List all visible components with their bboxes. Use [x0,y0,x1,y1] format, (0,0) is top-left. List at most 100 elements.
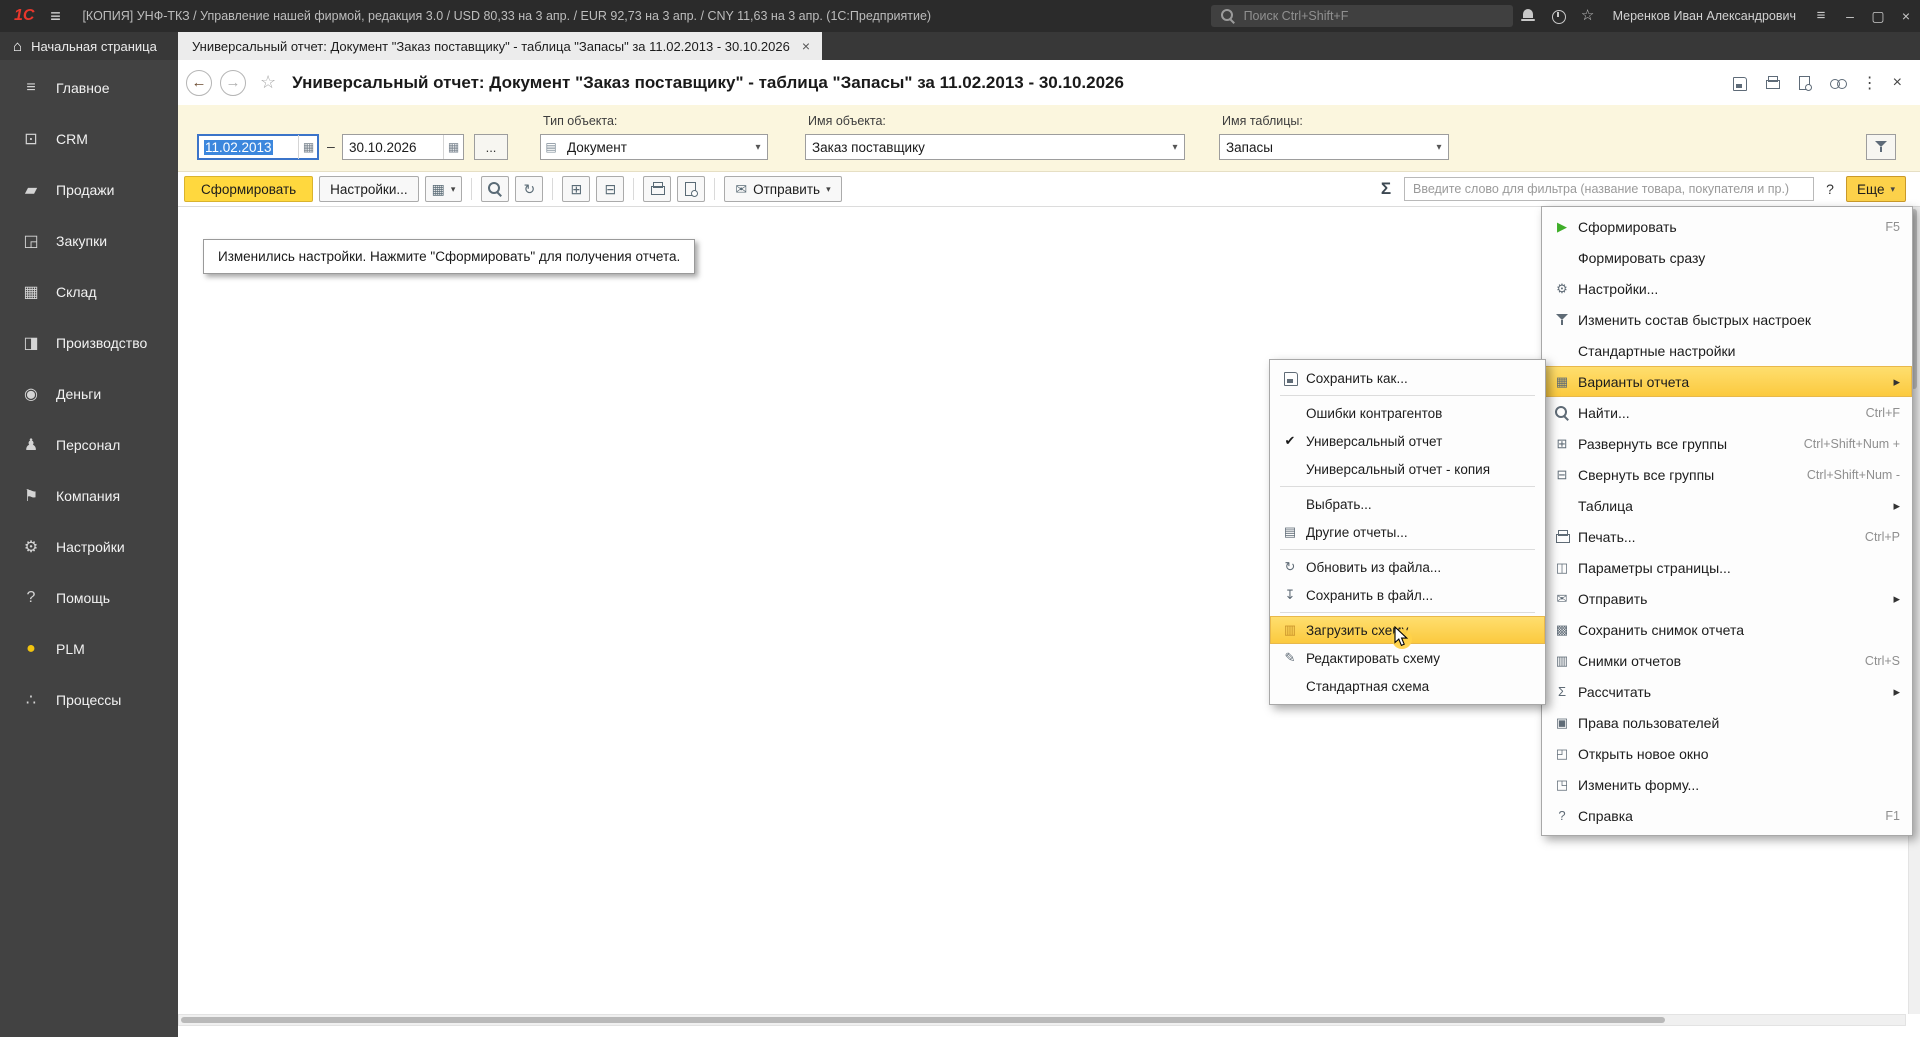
totals-sigma-icon[interactable]: Σ [1376,179,1396,199]
settings-gear-icon: ⚙ [1550,281,1574,297]
menu-item[interactable]: ▶ Сформировать F5 [1542,211,1912,242]
date-from-field[interactable]: 11.02.2013 ▦ [197,134,319,160]
menu-item[interactable]: Таблица [1542,490,1912,521]
menu-item[interactable]: Выбрать... [1270,490,1545,518]
back-button[interactable]: ← [186,70,212,96]
date-from-value: 11.02.2013 [204,140,273,155]
table-name-select[interactable]: Запасы ▾ [1219,134,1449,160]
settings-button[interactable]: Настройки... [319,176,418,202]
sidebar-item[interactable]: ≡ Главное [0,62,178,113]
object-name-select[interactable]: Заказ поставщику ▾ [805,134,1185,160]
menu-item[interactable]: ◳ Изменить форму... [1542,769,1912,800]
tab-home[interactable]: ⌂ Начальная страница [0,32,178,60]
sidebar-item[interactable]: ∴ Процессы [0,674,178,725]
menu-item[interactable]: Стандартная схема [1270,672,1545,700]
menu-item[interactable]: ◫ Параметры страницы... [1542,552,1912,583]
dropdown-arrow-icon[interactable]: ▾ [749,142,767,153]
menu-item[interactable]: Печать... Ctrl+P [1542,521,1912,552]
menu-item[interactable]: Универсальный отчет - копия [1270,455,1545,483]
date-range-dash: – [327,138,335,154]
sidebar-item[interactable]: ◉ Деньги [0,368,178,419]
object-type-select[interactable]: ▤ Документ ▾ [540,134,768,160]
sidebar-item[interactable]: ● PLM [0,623,178,674]
sidebar-item[interactable]: ▦ Склад [0,266,178,317]
menu-item[interactable]: ▣ Права пользователей [1542,707,1912,738]
help-button[interactable]: ? [1822,181,1838,197]
maximize-button[interactable]: ▢ [1864,8,1892,25]
quick-filter-input[interactable]: Введите слово для фильтра (название това… [1404,177,1814,201]
menu-item[interactable]: ✉ Отправить [1542,583,1912,614]
menu-item[interactable]: Стандартные настройки [1542,335,1912,366]
get-link-icon[interactable] [1829,75,1847,91]
dropdown-arrow-icon: ▾ [451,184,456,195]
more-vertical-icon[interactable]: ⋮ [1862,73,1878,93]
sidebar-item[interactable]: ◨ Производство [0,317,178,368]
dropdown-arrow-icon[interactable]: ▾ [1430,142,1448,153]
find-button[interactable] [481,176,509,202]
sidebar-item[interactable]: ⚙ Настройки [0,521,178,572]
sidebar-item[interactable]: ▰ Продажи [0,164,178,215]
menu-item[interactable]: ↻ Обновить из файла... [1270,553,1545,581]
sidebar-item[interactable]: ⊡ CRM [0,113,178,164]
history-clock-icon[interactable] [1543,8,1573,24]
dropdown-arrow-icon[interactable]: ▾ [1166,142,1184,153]
menu-item[interactable]: Σ Рассчитать [1542,676,1912,707]
favorites-star-icon[interactable]: ☆ [1573,8,1603,24]
expand-groups-button[interactable]: ⊞ [562,176,590,202]
more-button[interactable]: Еще ▾ [1846,176,1906,202]
sidebar-item[interactable]: ♟ Персонал [0,419,178,470]
menu-item[interactable]: ▤ Другие отчеты... [1270,518,1545,546]
tab-universal-report[interactable]: Универсальный отчет: Документ "Заказ пос… [178,32,822,60]
close-window-button[interactable]: × [1892,8,1920,24]
service-menu-icon[interactable]: ≡ [1806,8,1836,24]
menu-item[interactable]: Сохранить как... [1270,364,1545,392]
minimize-button[interactable]: – [1836,8,1864,24]
current-user-name[interactable]: Меренков Иван Александрович [1613,9,1796,23]
main-menu-hamburger-icon[interactable]: ≡ [44,6,66,27]
horizontal-scrollbar[interactable] [178,1014,1906,1026]
period-options-button[interactable]: ... [474,134,508,160]
menu-item[interactable]: Формировать сразу [1542,242,1912,273]
print-button[interactable] [643,176,671,202]
collapse-groups-button[interactable]: ⊟ [596,176,624,202]
send-envelope-icon: ✉ [1550,591,1574,607]
menu-item[interactable]: ⊞ Развернуть все группы Ctrl+Shift+Num + [1542,428,1912,459]
print-icon[interactable] [1763,75,1781,91]
quick-settings-panel: 11.02.2013 ▦ – 30.10.2026 ▦ ... Тип объе… [178,105,1920,172]
menu-item[interactable]: ✎ Редактировать схему [1270,644,1545,672]
quick-settings-filter-icon [1550,312,1574,328]
sidebar-item[interactable]: ◲ Закупки [0,215,178,266]
menu-item[interactable]: ▦ Варианты отчета [1542,366,1912,397]
horizontal-scrollbar-thumb[interactable] [181,1017,1665,1023]
menu-item[interactable]: ▩ Сохранить снимок отчета [1542,614,1912,645]
sidebar-item[interactable]: ⚑ Компания [0,470,178,521]
menu-item[interactable]: ⊟ Свернуть все группы Ctrl+Shift+Num - [1542,459,1912,490]
repeat-search-button[interactable]: ↻ [515,176,543,202]
menu-item[interactable]: ◰ Открыть новое окно [1542,738,1912,769]
tab-close-icon[interactable]: × [802,38,810,54]
forward-button[interactable]: → [220,70,246,96]
calendar-icon[interactable]: ▦ [298,135,318,159]
sidebar-item[interactable]: ? Помощь [0,572,178,623]
save-icon[interactable] [1730,75,1748,91]
menu-item[interactable]: Изменить состав быстрых настроек [1542,304,1912,335]
generate-button[interactable]: Сформировать [184,176,313,202]
close-report-icon[interactable]: × [1893,74,1902,92]
filter-funnel-button[interactable] [1866,134,1896,160]
menu-item[interactable]: ⚙ Настройки... [1542,273,1912,304]
notifications-bell-icon[interactable] [1513,8,1543,24]
favorite-star-icon[interactable]: ☆ [260,72,276,93]
menu-item[interactable]: ? Справка F1 [1542,800,1912,831]
menu-item[interactable]: Найти... Ctrl+F [1542,397,1912,428]
date-to-field[interactable]: 30.10.2026 ▦ [342,134,464,160]
report-variants-button[interactable]: ▦ ▾ [425,176,463,202]
menu-item[interactable]: ✔ Универсальный отчет [1270,427,1545,455]
menu-item[interactable]: ↧ Сохранить в файл... [1270,581,1545,609]
print-preview-button[interactable] [677,176,705,202]
menu-item[interactable]: Ошибки контрагентов [1270,399,1545,427]
menu-item[interactable]: ▥ Снимки отчетов Ctrl+S [1542,645,1912,676]
send-button[interactable]: ✉ Отправить ▾ [724,176,841,202]
calendar-icon[interactable]: ▦ [443,135,463,159]
print-preview-icon[interactable] [1796,75,1814,91]
global-search-input[interactable]: Поиск Ctrl+Shift+F [1211,5,1513,27]
